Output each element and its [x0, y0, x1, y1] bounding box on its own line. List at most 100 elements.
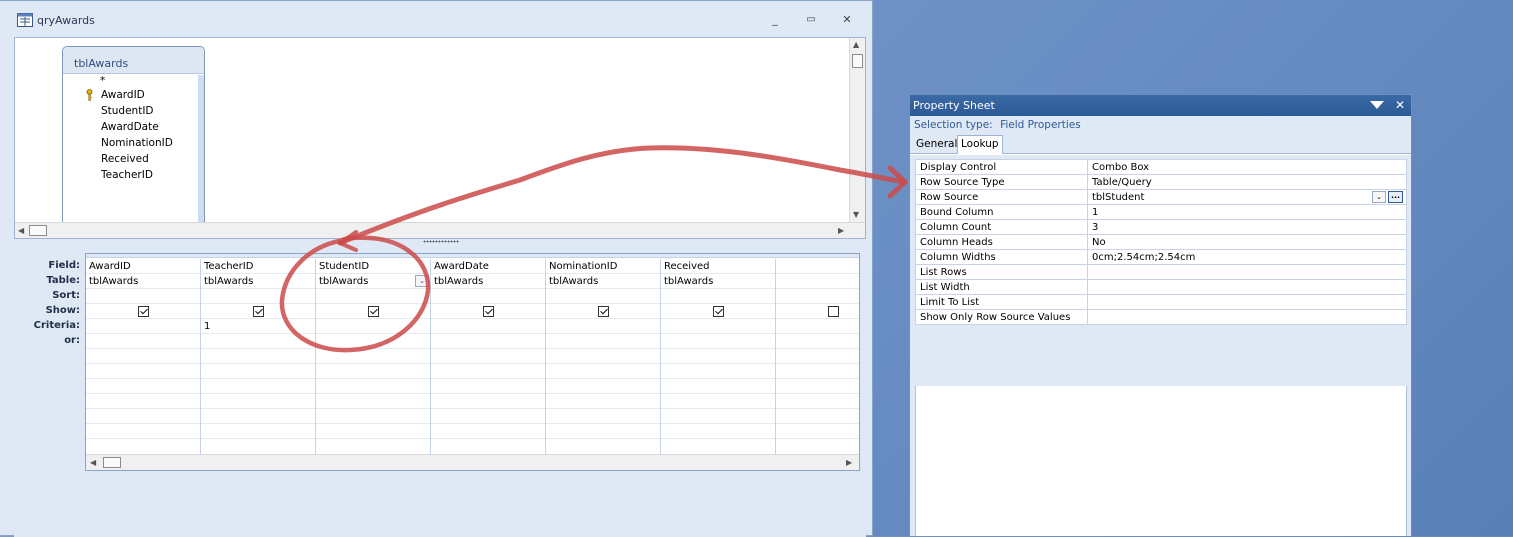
close-button[interactable]: ✕: [836, 11, 858, 29]
grid-cell-show[interactable]: [776, 304, 859, 319]
grid-cell-empty[interactable]: [776, 409, 859, 424]
grid-cell-empty[interactable]: [546, 409, 660, 424]
grid-cell-criteria[interactable]: [431, 319, 545, 334]
property-value[interactable]: [1087, 264, 1407, 280]
scroll-up-icon[interactable]: ▲: [853, 40, 859, 50]
property-row[interactable]: Row Source tblStudent ⌄...: [915, 189, 1407, 205]
property-value[interactable]: tblStudent ⌄...: [1087, 189, 1407, 205]
property-value[interactable]: Combo Box: [1087, 159, 1407, 175]
grid-cell-empty[interactable]: [201, 409, 315, 424]
minimize-button[interactable]: _: [764, 11, 786, 29]
grid-cell-criteria[interactable]: [776, 319, 859, 334]
table-field[interactable]: AwardDate: [63, 119, 199, 135]
grid-cell-criteria[interactable]: [661, 319, 775, 334]
show-checkbox[interactable]: [712, 306, 724, 317]
table-field[interactable]: *: [63, 75, 199, 87]
maximize-button[interactable]: ▭: [800, 11, 822, 29]
grid-cell-empty[interactable]: [546, 394, 660, 409]
show-checkbox[interactable]: [252, 306, 264, 317]
show-checkbox[interactable]: [482, 306, 494, 317]
grid-cell-empty[interactable]: [201, 364, 315, 379]
grid-cell-empty[interactable]: [201, 394, 315, 409]
property-row[interactable]: Column Heads No: [915, 234, 1407, 250]
grid-cell-empty[interactable]: [661, 349, 775, 364]
grid-cell-criteria[interactable]: [86, 319, 200, 334]
table-name[interactable]: tblAwards: [63, 47, 204, 74]
table-field[interactable]: NominationID: [63, 135, 199, 151]
grid-cell-empty[interactable]: [316, 424, 430, 439]
property-row[interactable]: Row Source Type Table/Query: [915, 174, 1407, 190]
table-field-list[interactable]: tblAwards * AwardID StudentID AwardDate Nomi…: [62, 46, 205, 224]
grid-cell-empty[interactable]: [86, 364, 200, 379]
grid-cell-criteria[interactable]: [546, 319, 660, 334]
grid-cell-or[interactable]: [86, 334, 200, 349]
grid-cell-sort[interactable]: [431, 289, 545, 304]
grid-cell-empty[interactable]: [86, 394, 200, 409]
property-row[interactable]: Column Widths 0cm;2.54cm;2.54cm: [915, 249, 1407, 265]
grid-cell-sort[interactable]: [776, 289, 859, 304]
property-value[interactable]: 3: [1087, 219, 1407, 235]
property-row[interactable]: Limit To List: [915, 294, 1407, 310]
grid-cell-empty[interactable]: [776, 349, 859, 364]
grid-cell-criteria[interactable]: [316, 319, 430, 334]
grid-cell-sort[interactable]: [546, 289, 660, 304]
grid-cell-empty[interactable]: [431, 424, 545, 439]
grid-cell-empty[interactable]: [431, 364, 545, 379]
grid-cell-empty[interactable]: [431, 409, 545, 424]
grid-cell-empty[interactable]: [431, 379, 545, 394]
scroll-left-icon[interactable]: ◀: [90, 458, 96, 468]
property-row[interactable]: Display Control Combo Box: [915, 159, 1407, 175]
property-value[interactable]: [1087, 294, 1407, 310]
grid-cell-field[interactable]: AwardID: [86, 259, 200, 274]
grid-cell-field[interactable]: Received: [661, 259, 775, 274]
show-checkbox[interactable]: [137, 306, 149, 317]
scroll-right-icon[interactable]: ▶: [838, 226, 844, 236]
grid-cell-field[interactable]: TeacherID: [201, 259, 315, 274]
grid-cell-empty[interactable]: [201, 349, 315, 364]
show-checkbox[interactable]: [597, 306, 609, 317]
table-field[interactable]: TeacherID: [63, 167, 199, 183]
grid-cell-show[interactable]: [431, 304, 545, 319]
show-checkbox[interactable]: [367, 306, 379, 317]
grid-cell-field[interactable]: AwardDate: [431, 259, 545, 274]
property-value[interactable]: [1087, 309, 1407, 325]
grid-cell-empty[interactable]: [776, 394, 859, 409]
grid-cell-empty[interactable]: [546, 424, 660, 439]
grid-cell-empty[interactable]: [661, 409, 775, 424]
field-list-scrollbar[interactable]: [198, 75, 204, 223]
grid-cell-sort[interactable]: [86, 289, 200, 304]
grid-cell-empty[interactable]: [661, 424, 775, 439]
scroll-thumb[interactable]: [29, 225, 47, 236]
grid-cell-empty[interactable]: [661, 394, 775, 409]
property-value[interactable]: [1087, 279, 1407, 295]
property-row[interactable]: Column Count 3: [915, 219, 1407, 235]
build-button[interactable]: ...: [1388, 191, 1403, 203]
grid-cell-or[interactable]: [431, 334, 545, 349]
dropdown-arrow-icon[interactable]: [1370, 101, 1384, 110]
grid-cell-empty[interactable]: [201, 424, 315, 439]
grid-cell-sort[interactable]: [201, 289, 315, 304]
scroll-left-icon[interactable]: ◀: [18, 226, 24, 236]
grid-cell-empty[interactable]: [546, 364, 660, 379]
scroll-thumb[interactable]: [103, 457, 121, 468]
grid-cell-empty[interactable]: [431, 349, 545, 364]
grid-cell-criteria[interactable]: 1: [201, 319, 315, 334]
grid-cell-empty[interactable]: [316, 379, 430, 394]
grid-cell-table[interactable]: tblAwards: [431, 274, 545, 289]
grid-cell-table[interactable]: tblAwards: [86, 274, 200, 289]
grid-cell-show[interactable]: [201, 304, 315, 319]
grid-cell-sort[interactable]: [316, 289, 430, 304]
grid-cell-field[interactable]: [776, 259, 859, 274]
grid-cell-show[interactable]: [546, 304, 660, 319]
grid-cell-empty[interactable]: [201, 379, 315, 394]
property-value[interactable]: Table/Query: [1087, 174, 1407, 190]
grid-cell-empty[interactable]: [316, 409, 430, 424]
grid-cell-or[interactable]: [776, 334, 859, 349]
grid-cell-show[interactable]: [661, 304, 775, 319]
grid-cell-or[interactable]: [316, 334, 430, 349]
scroll-thumb[interactable]: [852, 54, 863, 68]
grid-horizontal-scrollbar[interactable]: ◀ ▶: [86, 454, 859, 470]
grid-cell-sort[interactable]: [661, 289, 775, 304]
grid-cell-table[interactable]: tblAwards: [661, 274, 775, 289]
grid-cell-empty[interactable]: [776, 364, 859, 379]
